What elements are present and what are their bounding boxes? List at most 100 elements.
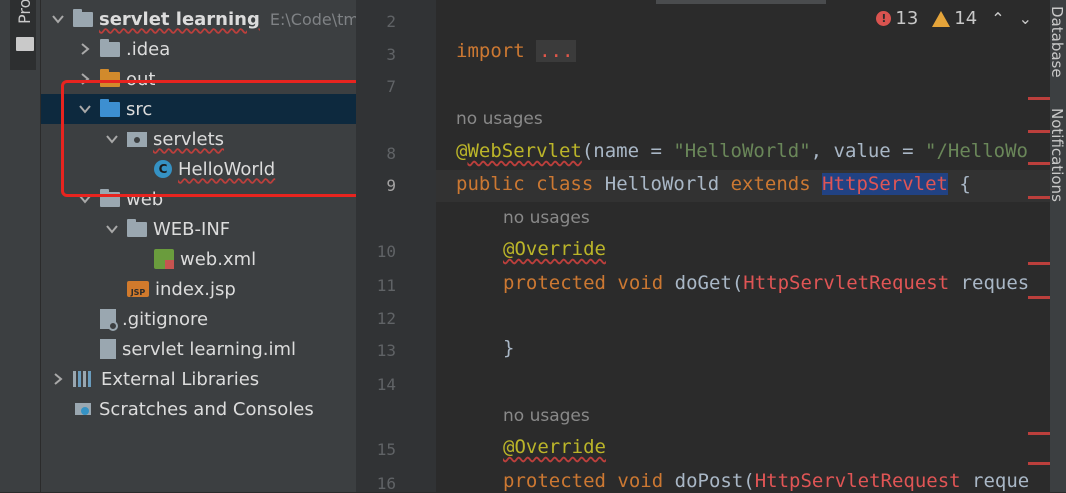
xml-file-icon <box>154 249 174 269</box>
arrow-spacer <box>105 282 119 296</box>
line-number: 13 <box>376 341 396 360</box>
errors-indicator[interactable]: ! 13 <box>876 8 918 29</box>
tree-item-label: web.xml <box>180 248 257 270</box>
database-tab-label: Database <box>1048 6 1066 78</box>
tree-item-label: WEB-INF <box>153 218 231 240</box>
chevron-down-icon[interactable] <box>105 132 119 146</box>
tree-item[interactable]: web <box>41 184 356 214</box>
tree-item-label: .idea <box>126 38 171 60</box>
error-stripe-mark[interactable] <box>1028 130 1050 133</box>
tree-item[interactable]: out <box>41 64 356 94</box>
error-count: 13 <box>895 8 919 29</box>
chevron-right-icon[interactable] <box>78 72 92 86</box>
tree-item[interactable]: .gitignore <box>41 304 356 334</box>
project-folder-icon[interactable] <box>16 37 34 51</box>
tree-item-label: servlet learning.iml <box>122 338 297 360</box>
tree-item-label: Scratches and Consoles <box>99 398 314 420</box>
chevron-down-icon[interactable] <box>78 102 92 116</box>
line-number: 3 <box>386 45 396 64</box>
source-folder-icon <box>100 98 120 117</box>
chevron-down-icon[interactable] <box>51 12 65 26</box>
no-usages-hint[interactable]: no usages <box>456 109 543 129</box>
inspection-widget[interactable]: ! 13 14 ⌃ ⌄ <box>876 8 1032 29</box>
line-number-gutter: 2 3 7 8 9 10 11 12 13 14 15 16 <box>356 0 453 493</box>
arrow-spacer <box>78 342 92 356</box>
tree-item-label: src <box>126 98 153 120</box>
chevron-down-icon[interactable] <box>105 222 119 236</box>
code-line-10: @Override <box>503 238 606 260</box>
code-editor[interactable]: ! 13 14 ⌃ ⌄ import ... no usages @WebSer… <box>436 0 1050 492</box>
arrow-spacer <box>132 252 146 266</box>
tree-item[interactable]: src <box>41 94 356 124</box>
line-number: 11 <box>376 276 396 295</box>
java-class-icon: C <box>154 160 172 178</box>
tree-item[interactable]: C HelloWorld <box>41 154 356 184</box>
warning-count: 14 <box>954 8 978 29</box>
scratches-icon <box>73 399 93 419</box>
chevron-down-icon[interactable]: ⌄ <box>1019 9 1032 28</box>
package-icon <box>127 131 147 147</box>
error-stripe-mark[interactable] <box>1028 97 1050 100</box>
folder-icon <box>100 188 120 207</box>
code-line-8: @WebServlet(name = "HelloWorld", value =… <box>456 140 1028 162</box>
warnings-indicator[interactable]: 14 <box>932 8 977 29</box>
chevron-up-icon[interactable]: ⌃ <box>991 9 1004 28</box>
tree-item-label: HelloWorld <box>178 158 276 180</box>
code-line-11: protected void doGet(HttpServletRequest … <box>503 272 1030 294</box>
tree-item-label: out <box>126 68 156 90</box>
gitignore-file-icon <box>100 309 118 331</box>
error-stripe-mark[interactable] <box>1028 462 1050 465</box>
project-tool-tab[interactable]: Proj <box>10 0 36 70</box>
folder-icon <box>127 218 147 237</box>
tree-item-label: .gitignore <box>122 308 209 330</box>
code-line-9: public class HelloWorld extends HttpServ… <box>456 173 971 195</box>
left-tool-stripe: Proj <box>0 0 41 492</box>
tree-item-label: servlet learning <box>99 8 260 30</box>
no-usages-hint-post[interactable]: no usages <box>503 406 590 426</box>
tree-item-label: web <box>126 188 164 210</box>
tree-item-label: External Libraries <box>101 368 260 390</box>
line-number: 8 <box>386 144 396 163</box>
libraries-icon <box>73 371 95 387</box>
right-tool-stripe: Database Notifications <box>1048 0 1066 492</box>
tree-item[interactable]: WEB-INF <box>41 214 356 244</box>
arrow-spacer <box>51 402 65 416</box>
tree-item[interactable]: External Libraries <box>41 364 356 394</box>
project-path: E:\Code\tmp <box>269 9 356 29</box>
error-stripe-mark[interactable] <box>1028 262 1050 265</box>
chevron-right-icon[interactable] <box>51 372 65 386</box>
arrow-spacer <box>78 312 92 326</box>
chevron-down-icon[interactable] <box>78 192 92 206</box>
tree-item[interactable]: web.xml <box>41 244 356 274</box>
tree-item-label: index.jsp <box>155 278 236 300</box>
error-stripe-mark[interactable] <box>1028 196 1050 199</box>
tree-item[interactable]: JSP index.jsp <box>41 274 356 304</box>
tree-item[interactable]: .idea <box>41 34 356 64</box>
tree-item[interactable]: servlets <box>41 124 356 154</box>
code-line-16: protected void doPost(HttpServletRequest… <box>503 470 1030 492</box>
error-icon: ! <box>876 11 892 26</box>
code-line-3: import ... <box>456 40 577 62</box>
project-tree-panel: servlet learningE:\Code\tmp.ideaoutsrcse… <box>41 0 356 492</box>
tree-item[interactable]: Scratches and Consoles <box>41 394 356 424</box>
line-number: 14 <box>376 375 396 394</box>
chevron-right-icon[interactable] <box>78 42 92 56</box>
error-stripe-mark[interactable] <box>1028 432 1050 435</box>
project-tab-label: Proj <box>15 0 34 24</box>
code-line-13: } <box>503 337 515 359</box>
code-line-15: @Override <box>503 436 606 458</box>
no-usages-hint-get[interactable]: no usages <box>503 208 590 228</box>
warning-icon <box>932 10 951 27</box>
line-number: 9 <box>386 176 396 195</box>
tree-item[interactable]: servlet learning.iml <box>41 334 356 364</box>
line-number: 15 <box>376 440 396 459</box>
line-number: 2 <box>386 12 396 31</box>
tree-item-label: servlets <box>153 128 225 150</box>
error-stripe-mark[interactable] <box>1028 162 1050 165</box>
arrow-spacer <box>132 162 146 176</box>
notifications-tab-label: Notifications <box>1048 108 1066 202</box>
folder-icon <box>73 8 93 27</box>
line-number: 7 <box>386 77 396 96</box>
tree-item[interactable]: servlet learning E:\Code\tmp <box>41 4 356 34</box>
error-stripe-mark[interactable] <box>1028 296 1050 299</box>
